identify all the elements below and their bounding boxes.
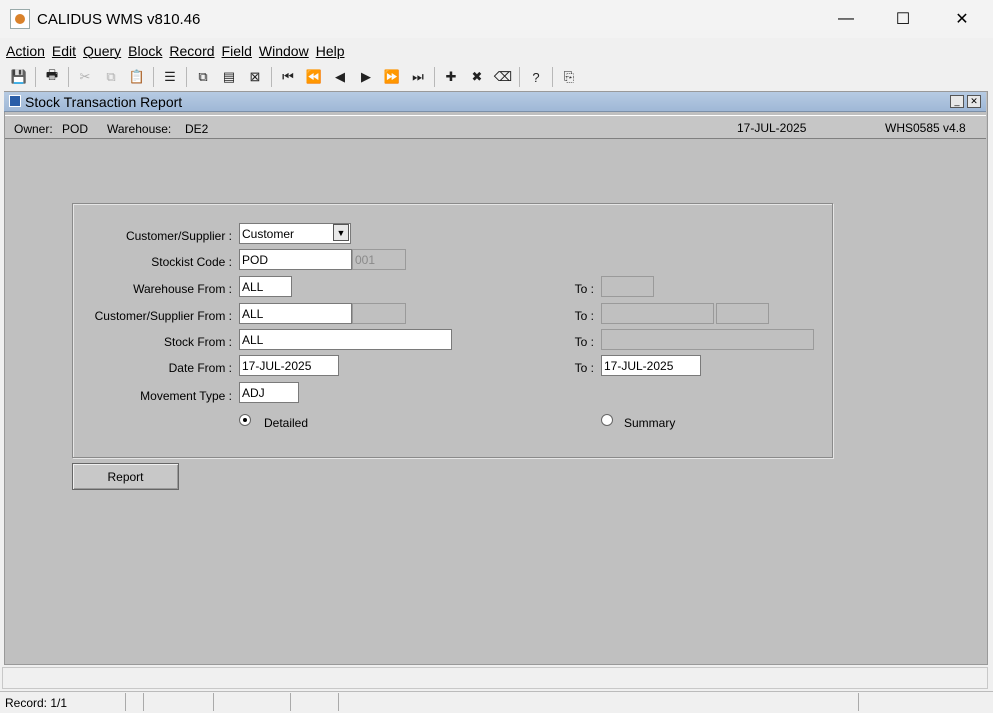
next-record-icon[interactable]: ▶ <box>355 66 377 88</box>
status-divider <box>213 693 214 711</box>
form-version: WHS0585 v4.8 <box>885 121 966 135</box>
warehouse-from-label: Warehouse From : <box>133 282 232 296</box>
form-window-icon <box>9 95 21 107</box>
menu-block[interactable]: Block <box>128 43 162 59</box>
detailed-radio-label: Detailed <box>264 416 309 430</box>
print-icon[interactable]: 🖶 <box>41 66 63 88</box>
status-divider <box>858 693 859 711</box>
execute-query-icon[interactable]: ▤ <box>218 66 240 88</box>
toolbar: 💾 🖶 ✂ ⧉ 📋 ☰ ⧉ ▤ ⊠ ⏮ ⏪ ◀ ▶ ⏩ ⏭ ✚ ✖ ⌫ ? ⎘ <box>0 64 993 90</box>
customer-supplier-value: Customer <box>242 227 295 241</box>
form-close-button[interactable]: ✕ <box>967 95 981 108</box>
toolbar-separator <box>186 67 187 87</box>
copy-icon[interactable]: ⧉ <box>100 66 122 88</box>
status-divider <box>338 693 339 711</box>
maximize-button[interactable]: ☐ <box>880 4 926 34</box>
form-minimize-button[interactable]: _ <box>950 95 964 108</box>
last-record-icon[interactable]: ⏭ <box>407 66 429 88</box>
report-button[interactable]: Report <box>72 463 179 490</box>
movement-type-label: Movement Type : <box>140 389 232 403</box>
toolbar-separator <box>552 67 553 87</box>
warehouse-from-field[interactable]: ALL <box>239 276 292 297</box>
customer-supplier-from-secondary-field <box>352 303 406 324</box>
paste-icon[interactable]: 📋 <box>126 66 148 88</box>
summary-radio-label: Summary <box>624 416 676 430</box>
stockist-code-field[interactable]: POD <box>239 249 352 270</box>
stockist-code-label: Stockist Code : <box>151 255 232 269</box>
next-block-icon[interactable]: ⏩ <box>381 66 403 88</box>
customer-supplier-to-field <box>601 303 714 324</box>
warehouse-to-label: To : <box>574 282 594 296</box>
customer-supplier-to-secondary-field <box>716 303 769 324</box>
first-record-icon[interactable]: ⏮ <box>277 66 299 88</box>
date-to-field[interactable]: 17-JUL-2025 <box>601 355 701 376</box>
owner-label: Owner: <box>14 122 53 136</box>
stock-from-field[interactable]: ALL <box>239 329 452 350</box>
help-icon[interactable]: ? <box>525 66 547 88</box>
warehouse-to-field <box>601 276 654 297</box>
toolbar-separator <box>153 67 154 87</box>
stock-from-label: Stock From : <box>163 335 232 349</box>
stockist-code-secondary-field: 001 <box>352 249 406 270</box>
date-from-label: Date From : <box>168 361 232 375</box>
list-icon[interactable]: ☰ <box>159 66 181 88</box>
exit-icon[interactable]: ⎘ <box>558 66 580 88</box>
toolbar-separator <box>271 67 272 87</box>
date-from-field[interactable]: 17-JUL-2025 <box>239 355 339 376</box>
date-to-label: To : <box>574 361 594 375</box>
menu-window[interactable]: Window <box>259 43 309 59</box>
clear-record-icon[interactable]: ⌫ <box>492 66 514 88</box>
cut-icon[interactable]: ✂ <box>74 66 96 88</box>
detailed-radio[interactable] <box>239 414 251 426</box>
stock-to-field <box>601 329 814 350</box>
enter-query-icon[interactable]: ⧉ <box>192 66 214 88</box>
status-divider <box>290 693 291 711</box>
customer-supplier-from-label: Customer/Supplier From : <box>94 309 232 323</box>
delete-record-icon[interactable]: ✖ <box>466 66 488 88</box>
customer-supplier-label: Customer/Supplier : <box>125 229 232 243</box>
toolbar-separator <box>434 67 435 87</box>
window-title: CALIDUS WMS v810.46 <box>37 11 201 28</box>
owner-value: POD <box>62 122 89 136</box>
toolbar-separator <box>68 67 69 87</box>
menu-record[interactable]: Record <box>169 43 214 59</box>
menu-help[interactable]: Help <box>316 43 345 59</box>
menu-bar: Action Edit Query Block Record Field Win… <box>0 38 993 64</box>
customer-supplier-from-field[interactable]: ALL <box>239 303 352 324</box>
menu-edit[interactable]: Edit <box>52 43 76 59</box>
menu-action[interactable]: Action <box>6 43 45 59</box>
current-date: 17-JUL-2025 <box>737 121 807 135</box>
stock-to-label: To : <box>574 335 594 349</box>
warehouse-value: DE2 <box>185 122 209 136</box>
insert-record-icon[interactable]: ✚ <box>440 66 462 88</box>
menu-query[interactable]: Query <box>83 43 121 59</box>
save-icon[interactable]: 💾 <box>8 66 30 88</box>
warehouse-label: Warehouse: <box>107 122 172 136</box>
java-app-icon <box>10 9 30 29</box>
toolbar-separator <box>519 67 520 87</box>
status-bar <box>0 691 993 713</box>
menu-field[interactable]: Field <box>222 43 252 59</box>
status-divider <box>125 693 126 711</box>
previous-record-icon[interactable]: ◀ <box>329 66 351 88</box>
minimize-button[interactable]: — <box>823 4 869 34</box>
summary-radio[interactable] <box>601 414 613 426</box>
form-title: Stock Transaction Report <box>25 94 183 110</box>
customer-supplier-to-label: To : <box>574 309 594 323</box>
status-record-count: Record: 1/1 <box>5 696 68 710</box>
chevron-down-icon[interactable]: ▼ <box>333 224 349 241</box>
status-divider <box>143 693 144 711</box>
previous-block-icon[interactable]: ⏪ <box>303 66 325 88</box>
cancel-query-icon[interactable]: ⊠ <box>244 66 266 88</box>
close-button[interactable]: ✕ <box>939 4 985 34</box>
message-bar <box>2 667 988 689</box>
toolbar-separator <box>35 67 36 87</box>
movement-type-field[interactable]: ADJ <box>239 382 299 403</box>
